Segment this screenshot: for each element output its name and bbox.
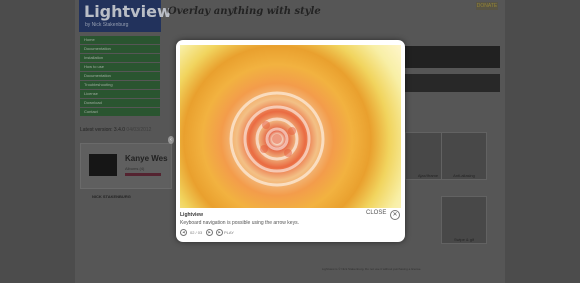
prev-arrow-icon[interactable]: ‹ [168, 136, 174, 144]
play-icon[interactable]: ▶ [216, 229, 223, 236]
lightbox-image [180, 45, 401, 208]
slide-counter: 02 / 03 [190, 230, 203, 235]
previous-icon[interactable]: ◀ [180, 229, 187, 236]
lightbox-caption: Keyboard navigation is possible using th… [180, 220, 299, 226]
lightbox-title: Lightview [180, 212, 204, 218]
close-icon[interactable]: ✕ [390, 210, 400, 220]
lightbox-window: Lightview Keyboard navigation is possibl… [176, 40, 405, 242]
close-button[interactable]: CLOSE [366, 210, 386, 216]
flower-petals [229, 91, 325, 187]
play-button[interactable]: PLAY [224, 230, 234, 235]
next-icon[interactable]: ▶ [206, 229, 213, 236]
